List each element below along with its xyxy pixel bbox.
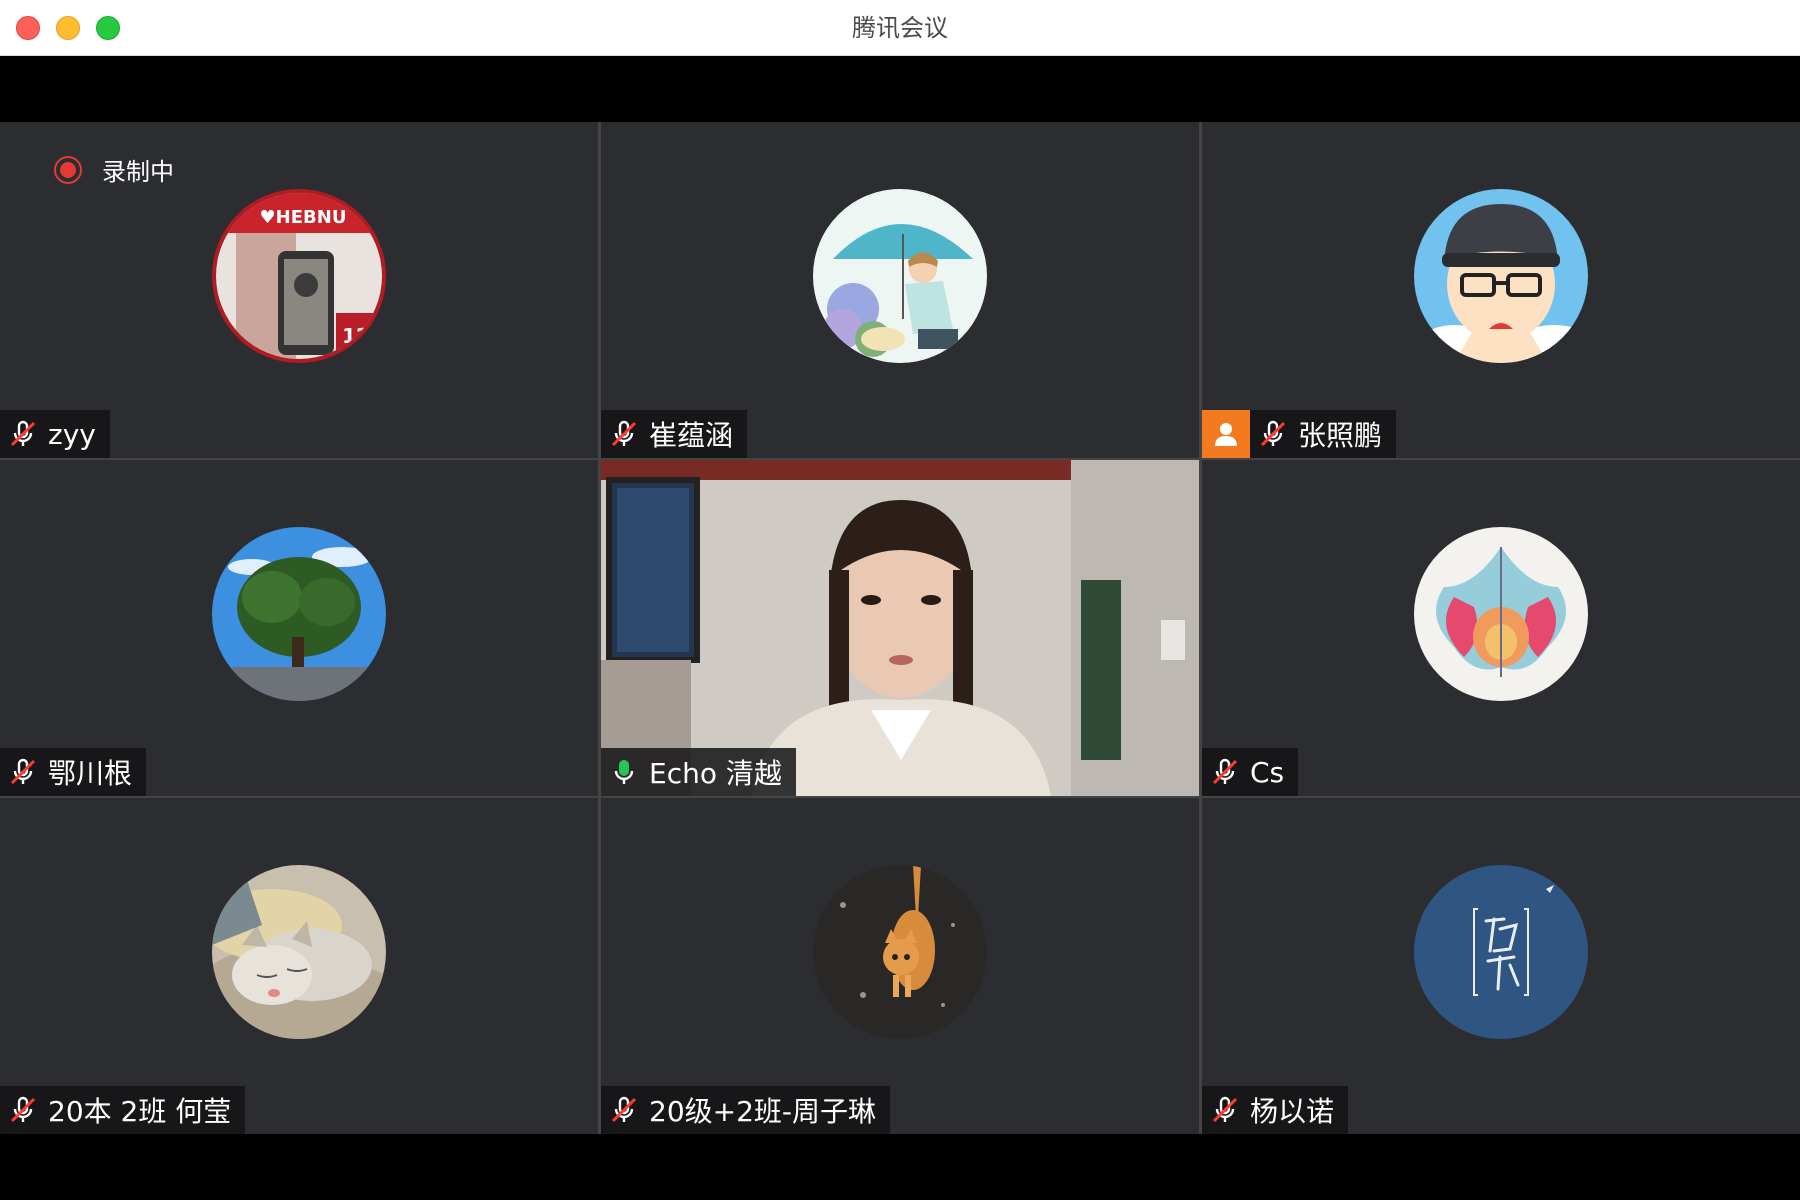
participant-name: zyy xyxy=(48,417,96,451)
participant-name: 崔蕴涵 xyxy=(649,419,734,452)
svg-text:♥HEBNU: ♥HEBNU xyxy=(260,207,347,228)
participant-name-tag: zyy xyxy=(0,410,110,458)
participant-tile[interactable]: 录制中 ♥HEBNU 120 zyy xyxy=(0,122,598,458)
participant-avatar xyxy=(1414,865,1588,1039)
title-bar: 腾讯会议 xyxy=(0,0,1800,56)
participant-tile[interactable]: 20本 2班 何莹 xyxy=(0,798,598,1134)
window-title: 腾讯会议 xyxy=(852,14,948,42)
umbrella-anime-avatar-image xyxy=(813,189,987,363)
participant-tile[interactable]: 鄂川根 xyxy=(0,460,598,796)
participant-name-tag: Echo 清越 xyxy=(601,748,796,796)
recording-icon xyxy=(54,155,82,184)
muted-mic-icon xyxy=(1260,420,1286,447)
participant-name-tag: 杨以诺 xyxy=(1202,1086,1349,1134)
muted-mic-icon xyxy=(1212,1096,1238,1123)
host-user-icon xyxy=(1215,423,1237,446)
participant-name: 鄂川根 xyxy=(48,757,133,790)
participant-tile[interactable]: 张照鹏 xyxy=(1202,122,1800,458)
participant-avatar xyxy=(212,865,386,1039)
participant-video-feed xyxy=(601,460,1199,796)
active-mic-icon xyxy=(614,760,634,784)
ink-blot-avatar-image xyxy=(1414,527,1588,701)
recording-indicator[interactable]: 录制中 xyxy=(54,152,174,187)
muted-mic-icon xyxy=(10,1096,36,1123)
participant-name: Echo 清越 xyxy=(649,757,782,790)
participant-avatar xyxy=(1414,527,1588,701)
participant-avatar: ♥HEBNU 120 xyxy=(212,189,386,363)
muted-mic-icon xyxy=(10,420,36,447)
participant-avatar xyxy=(212,527,386,701)
participant-name: 张照鹏 xyxy=(1298,419,1383,452)
participant-avatar xyxy=(813,189,987,363)
participant-tile[interactable]: Cs xyxy=(1202,460,1800,796)
calligraphy-logo-avatar-image xyxy=(1414,865,1588,1039)
participant-name-tag: 20本 2班 何莹 xyxy=(0,1086,246,1134)
participant-tile[interactable]: 崔蕴涵 xyxy=(601,122,1199,458)
meeting-window: 腾讯会议 录制中 ♥HEBNU 120 zyy 崔蕴涵 张照鹏 鄂川根 Echo… xyxy=(0,0,1800,1200)
participant-avatar xyxy=(813,865,987,1039)
muted-mic-icon xyxy=(611,420,637,447)
participant-name-tag: 20级+2班-周子琳 xyxy=(601,1086,891,1134)
participant-avatar xyxy=(1414,189,1588,363)
phone-selfie-avatar-image: ♥HEBNU 120 xyxy=(216,193,384,359)
svg-text:120: 120 xyxy=(342,324,384,348)
tree-avatar-image xyxy=(212,527,386,701)
participant-name: 20本 2班 何莹 xyxy=(48,1095,232,1128)
muted-mic-icon xyxy=(1212,758,1238,785)
participant-name-tag: 崔蕴涵 xyxy=(601,410,748,458)
recording-label: 录制中 xyxy=(102,158,174,186)
participant-name-tag: 张照鹏 xyxy=(1202,410,1397,458)
participant-tile[interactable]: 20级+2班-周子琳 xyxy=(601,798,1199,1134)
cartoon-boy-avatar-image xyxy=(1414,189,1588,363)
participant-name: Cs xyxy=(1250,755,1285,789)
sleeping-cat-avatar-image xyxy=(212,865,386,1039)
host-badge xyxy=(1202,410,1250,458)
participant-tile[interactable]: 杨以诺 xyxy=(1202,798,1800,1134)
muted-mic-icon xyxy=(611,1096,637,1123)
participant-name: 20级+2班-周子琳 xyxy=(649,1095,877,1128)
participant-name-tag: 鄂川根 xyxy=(0,748,147,796)
participant-tile-active-speaker[interactable]: Echo 清越 xyxy=(601,460,1199,796)
orange-cat-avatar-image xyxy=(813,865,987,1039)
participant-name: 杨以诺 xyxy=(1250,1095,1335,1128)
participant-name-tag: Cs xyxy=(1202,748,1299,796)
muted-mic-icon xyxy=(10,758,36,785)
video-grid: 录制中 ♥HEBNU 120 zyy 崔蕴涵 张照鹏 鄂川根 Echo 清越 C… xyxy=(0,122,1800,1134)
